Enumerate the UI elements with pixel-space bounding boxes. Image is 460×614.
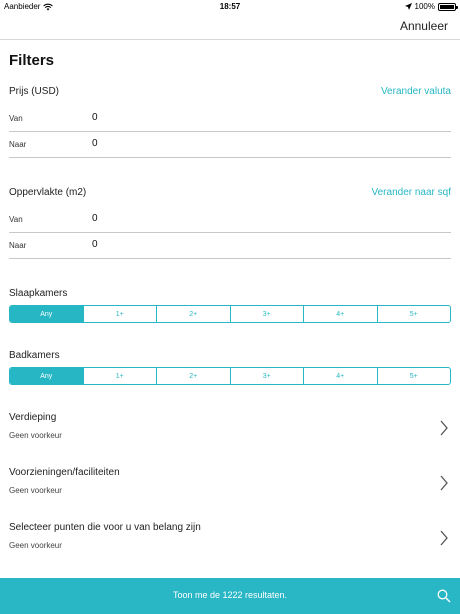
- area-to-row[interactable]: Naar 0: [9, 233, 451, 259]
- bathrooms-option-3-plus[interactable]: 3+: [231, 368, 304, 384]
- area-to-label: Naar: [9, 241, 27, 250]
- points-of-interest-row-subtitle: Geen voorkeur: [9, 541, 62, 550]
- bedrooms-label: Slaapkamers: [9, 288, 68, 299]
- bedrooms-option-4-plus[interactable]: 4+: [304, 306, 378, 322]
- area-from-row[interactable]: Van 0: [9, 207, 451, 233]
- location-arrow-icon: [404, 3, 412, 10]
- area-from-input[interactable]: 0: [92, 213, 98, 224]
- points-of-interest-row[interactable]: Selecteer punten die voor u van belang z…: [9, 522, 451, 566]
- navigation-bar: Annuleer: [0, 14, 460, 40]
- chevron-right-icon: [440, 420, 448, 436]
- battery-percentage: 100%: [414, 2, 435, 11]
- battery-icon: [438, 2, 458, 11]
- price-from-row[interactable]: Van 0: [9, 106, 451, 132]
- bathrooms-option-1-plus[interactable]: 1+: [84, 368, 157, 384]
- points-of-interest-row-title: Selecteer punten die voor u van belang z…: [9, 522, 201, 533]
- price-from-label: Van: [9, 114, 23, 123]
- bedrooms-option-3-plus[interactable]: 3+: [231, 306, 304, 322]
- area-section-header: Oppervlakte (m2) Verander naar sqf: [9, 187, 451, 198]
- amenities-row[interactable]: Voorzieningen/faciliteiten Geen voorkeur: [9, 467, 451, 511]
- change-currency-button[interactable]: Verander valuta: [381, 86, 451, 97]
- bedrooms-option-any[interactable]: Any: [10, 306, 84, 322]
- bedrooms-selector: Any 1+ 2+ 3+ 4+ 5+: [9, 305, 451, 323]
- bedrooms-option-5-plus[interactable]: 5+: [378, 306, 451, 322]
- price-section-header: Prijs (USD) Verander valuta: [9, 86, 451, 97]
- price-to-label: Naar: [9, 140, 27, 149]
- bedrooms-option-1-plus[interactable]: 1+: [84, 306, 157, 322]
- area-to-input[interactable]: 0: [92, 239, 98, 250]
- area-from-label: Van: [9, 215, 23, 224]
- bedrooms-option-2-plus[interactable]: 2+: [157, 306, 231, 322]
- bathrooms-option-5-plus[interactable]: 5+: [378, 368, 451, 384]
- bathrooms-selector: Any 1+ 2+ 3+ 4+ 5+: [9, 367, 451, 385]
- cancel-button[interactable]: Annuleer: [400, 19, 448, 33]
- show-results-button[interactable]: Toon me de 1222 resultaten.: [0, 578, 460, 614]
- status-right-group: 100%: [404, 2, 458, 11]
- price-to-row[interactable]: Naar 0: [9, 132, 451, 158]
- price-from-input[interactable]: 0: [92, 112, 98, 123]
- chevron-right-icon: [440, 475, 448, 491]
- price-heading: Prijs (USD): [9, 86, 59, 97]
- bathrooms-label: Badkamers: [9, 350, 60, 361]
- battery-level-fill: [440, 4, 454, 9]
- price-to-input[interactable]: 0: [92, 138, 98, 149]
- floor-row-title: Verdieping: [9, 412, 57, 423]
- chevron-right-icon: [440, 530, 448, 546]
- floor-row-subtitle: Geen voorkeur: [9, 431, 62, 440]
- bathrooms-option-any[interactable]: Any: [10, 368, 84, 384]
- search-icon[interactable]: [437, 589, 451, 603]
- change-to-sqf-button[interactable]: Verander naar sqf: [372, 187, 452, 198]
- page-title: Filters: [9, 52, 55, 69]
- amenities-row-title: Voorzieningen/faciliteiten: [9, 467, 120, 478]
- show-results-label: Toon me de 1222 resultaten.: [172, 590, 288, 600]
- amenities-row-subtitle: Geen voorkeur: [9, 486, 62, 495]
- status-time: 18:57: [219, 2, 241, 11]
- status-bar: Aanbieder 18:57 100%: [0, 0, 460, 14]
- bathrooms-option-2-plus[interactable]: 2+: [157, 368, 231, 384]
- floor-row[interactable]: Verdieping Geen voorkeur: [9, 412, 451, 456]
- area-heading: Oppervlakte (m2): [9, 187, 87, 198]
- bathrooms-option-4-plus[interactable]: 4+: [304, 368, 378, 384]
